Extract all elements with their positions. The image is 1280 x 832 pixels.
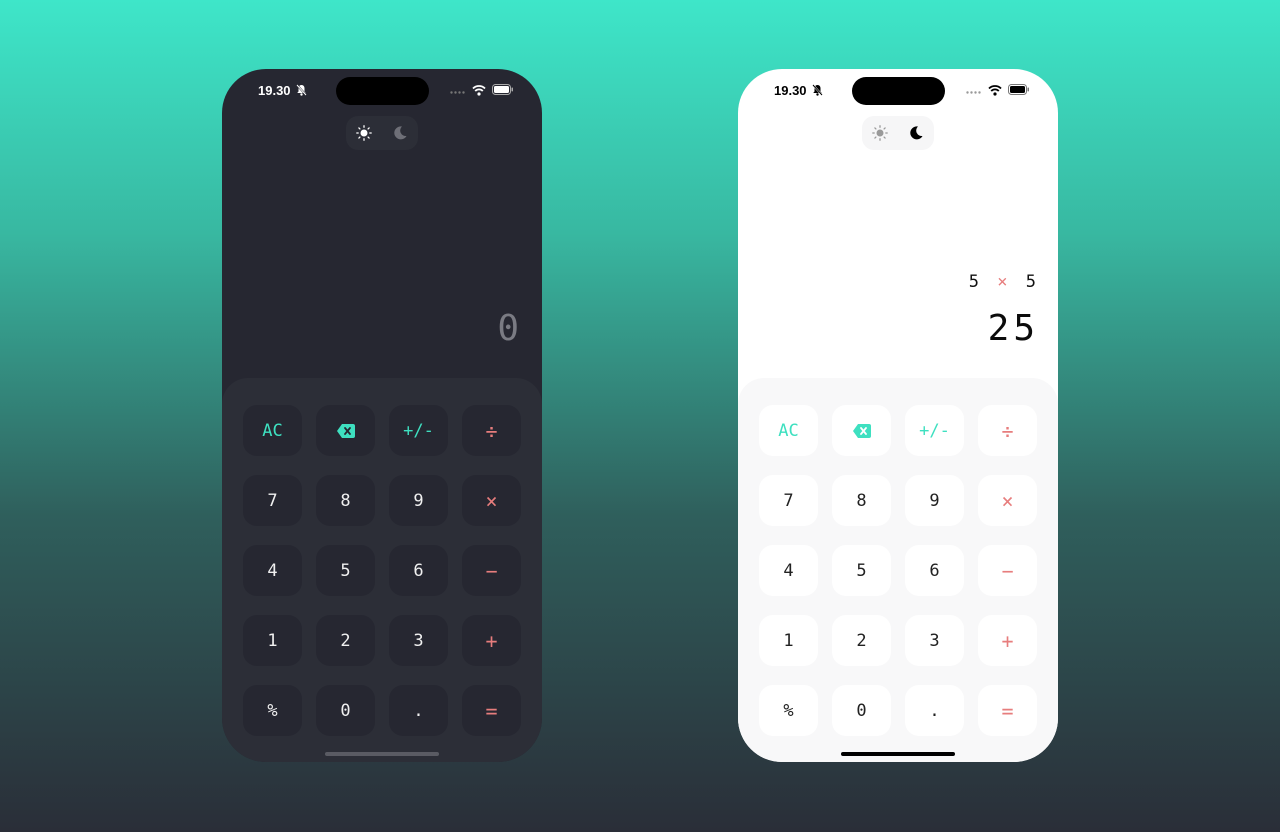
light-calculator-phone: 19.30 5 × 5 25 AC +/- ÷ 7 8 9 × 4 5 6 − …	[738, 69, 1058, 762]
digit-1-button[interactable]: 1	[759, 615, 818, 666]
digit-3-button[interactable]: 3	[905, 615, 964, 666]
backspace-icon	[852, 423, 871, 438]
digit-6-button[interactable]: 6	[905, 545, 964, 596]
equals-button[interactable]: =	[462, 685, 521, 736]
moon-icon	[910, 126, 923, 140]
digit-0-button[interactable]: 0	[832, 685, 891, 736]
backspace-button[interactable]	[316, 405, 375, 456]
negate-button[interactable]: +/-	[905, 405, 964, 456]
keypad: AC +/- ÷ 7 8 9 × 4 5 6− 1 2 3 +% 0. =	[738, 378, 1058, 762]
digit-8-button[interactable]: 8	[832, 475, 891, 526]
home-indicator	[841, 752, 955, 756]
backspace-icon	[336, 423, 355, 438]
clear-button[interactable]: AC	[759, 405, 818, 456]
digit-3-button[interactable]: 3	[389, 615, 448, 666]
signal-icon	[966, 91, 981, 94]
decimal-button[interactable]: .	[905, 685, 964, 736]
display: 5 × 5 25	[738, 259, 1058, 359]
moon-icon	[394, 126, 407, 140]
digit-9-button[interactable]: 9	[389, 475, 448, 526]
theme-toggle	[862, 116, 934, 150]
result-value: 25	[987, 308, 1039, 349]
dynamic-island	[852, 77, 945, 105]
expression-operator: ×	[997, 272, 1012, 292]
result-value: 0	[497, 308, 523, 349]
digit-4-button[interactable]: 4	[243, 545, 302, 596]
decimal-button[interactable]: .	[389, 685, 448, 736]
dark-mode-button[interactable]	[389, 122, 411, 144]
digit-1-button[interactable]: 1	[243, 615, 302, 666]
percent-button[interactable]: %	[243, 685, 302, 736]
wifi-icon	[988, 85, 1002, 96]
theme-toggle	[346, 116, 418, 150]
add-button[interactable]: +	[462, 615, 521, 666]
key-grid: AC +/- ÷ 7 8 9 × 4 5 6− 1 2 3 +% 0. =	[759, 405, 1037, 736]
digit-7-button[interactable]: 7	[759, 475, 818, 526]
negate-button[interactable]: +/-	[389, 405, 448, 456]
dark-mode-button[interactable]	[905, 122, 927, 144]
percent-button[interactable]: %	[759, 685, 818, 736]
status-time: 19.30	[774, 83, 807, 98]
dynamic-island	[336, 77, 429, 105]
dark-calculator-phone: 19.30 0 AC +/- ÷ 7 8 9 × 4 5 6 − 1 2 3 +…	[222, 69, 542, 762]
bell-slash-icon	[296, 84, 307, 96]
digit-9-button[interactable]: 9	[905, 475, 964, 526]
key-grid: AC +/- ÷ 7 8 9 × 4 5 6− 1 2 3 +% 0. =	[243, 405, 521, 736]
light-mode-button[interactable]	[353, 122, 375, 144]
digit-7-button[interactable]: 7	[243, 475, 302, 526]
wifi-icon	[472, 85, 486, 96]
expression-left-operand: 5	[968, 272, 983, 292]
home-indicator	[325, 752, 439, 756]
digit-2-button[interactable]: 2	[316, 615, 375, 666]
status-bar: 19.30	[738, 69, 1058, 113]
add-button[interactable]: +	[978, 615, 1037, 666]
sun-icon	[872, 125, 888, 141]
battery-icon	[1008, 84, 1029, 95]
multiply-button[interactable]: ×	[462, 475, 521, 526]
signal-icon	[450, 91, 465, 94]
digit-2-button[interactable]: 2	[832, 615, 891, 666]
divide-button[interactable]: ÷	[978, 405, 1037, 456]
backspace-button[interactable]	[832, 405, 891, 456]
subtract-button[interactable]: −	[978, 545, 1037, 596]
status-bar: 19.30	[222, 69, 542, 113]
subtract-button[interactable]: −	[462, 545, 521, 596]
light-mode-button[interactable]	[869, 122, 891, 144]
expression: 5 × 5	[969, 272, 1040, 292]
digit-6-button[interactable]: 6	[389, 545, 448, 596]
display: 0	[222, 259, 542, 359]
clear-button[interactable]: AC	[243, 405, 302, 456]
digit-5-button[interactable]: 5	[316, 545, 375, 596]
equals-button[interactable]: =	[978, 685, 1037, 736]
digit-4-button[interactable]: 4	[759, 545, 818, 596]
divide-button[interactable]: ÷	[462, 405, 521, 456]
status-time: 19.30	[258, 83, 291, 98]
battery-icon	[492, 84, 513, 95]
digit-5-button[interactable]: 5	[832, 545, 891, 596]
digit-8-button[interactable]: 8	[316, 475, 375, 526]
bell-slash-icon	[812, 84, 823, 96]
sun-icon	[356, 125, 372, 141]
digit-0-button[interactable]: 0	[316, 685, 375, 736]
keypad: AC +/- ÷ 7 8 9 × 4 5 6− 1 2 3 +% 0. =	[222, 378, 542, 762]
multiply-button[interactable]: ×	[978, 475, 1037, 526]
expression-right-operand: 5	[1025, 272, 1040, 292]
